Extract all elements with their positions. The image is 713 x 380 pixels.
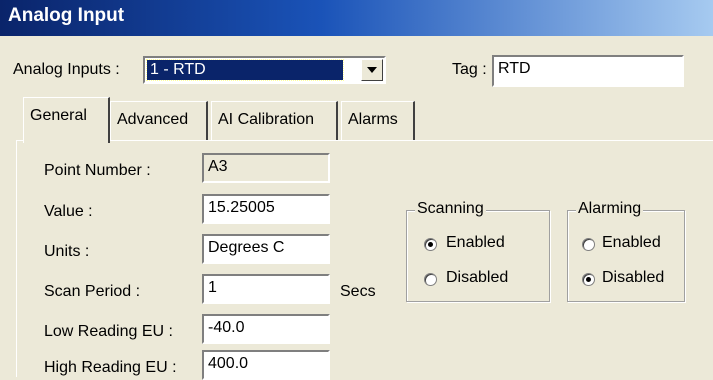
tab-advanced[interactable]: Advanced (110, 101, 208, 140)
low-reading-eu-label: Low Reading EU : (44, 323, 173, 340)
scanning-disabled-radio[interactable] (424, 273, 437, 286)
scan-period-unit: Secs (340, 283, 376, 300)
tag-input[interactable]: RTD (492, 55, 684, 87)
point-number-label: Point Number : (44, 162, 151, 179)
alarming-enabled-radio[interactable] (582, 238, 595, 251)
units-label: Units : (44, 243, 90, 260)
value-input[interactable]: 15.25005 (202, 194, 330, 224)
high-reading-eu-label: High Reading EU : (44, 359, 177, 376)
scanning-disabled-label[interactable]: Disabled (446, 269, 508, 287)
scanning-group: Scanning (406, 200, 550, 302)
units-input[interactable]: Degrees C (202, 234, 330, 264)
tag-label: Tag : (452, 61, 487, 78)
scanning-enabled-label[interactable]: Enabled (446, 234, 505, 252)
tab-ai-calibration[interactable]: AI Calibration (211, 101, 338, 140)
chevron-down-icon (367, 67, 377, 73)
alarming-group: Alarming (567, 200, 685, 302)
value-label: Value : (44, 203, 93, 220)
window-title: Analog Input (8, 5, 125, 26)
alarming-disabled-radio[interactable] (582, 273, 595, 286)
point-number-field: A3 (202, 153, 330, 183)
alarming-enabled-label[interactable]: Enabled (602, 234, 661, 252)
alarming-disabled-label[interactable]: Disabled (602, 269, 664, 287)
dropdown-button[interactable] (361, 59, 383, 81)
analog-inputs-selected-value: 1 - RTD (146, 59, 344, 81)
low-reading-eu-input[interactable]: -40.0 (202, 314, 330, 344)
scanning-enabled-radio[interactable] (424, 238, 437, 251)
analog-inputs-dropdown[interactable]: 1 - RTD (143, 56, 386, 84)
scan-period-input[interactable]: 1 (202, 274, 330, 304)
scanning-group-title: Scanning (415, 200, 486, 218)
title-bar: Analog Input (0, 0, 713, 36)
scan-period-label: Scan Period : (44, 283, 141, 300)
tab-alarms[interactable]: Alarms (341, 101, 415, 140)
high-reading-eu-input[interactable]: 400.0 (202, 350, 330, 380)
analog-inputs-label: Analog Inputs : (13, 61, 120, 78)
tab-general[interactable]: General (23, 97, 110, 143)
alarming-group-title: Alarming (576, 200, 644, 218)
